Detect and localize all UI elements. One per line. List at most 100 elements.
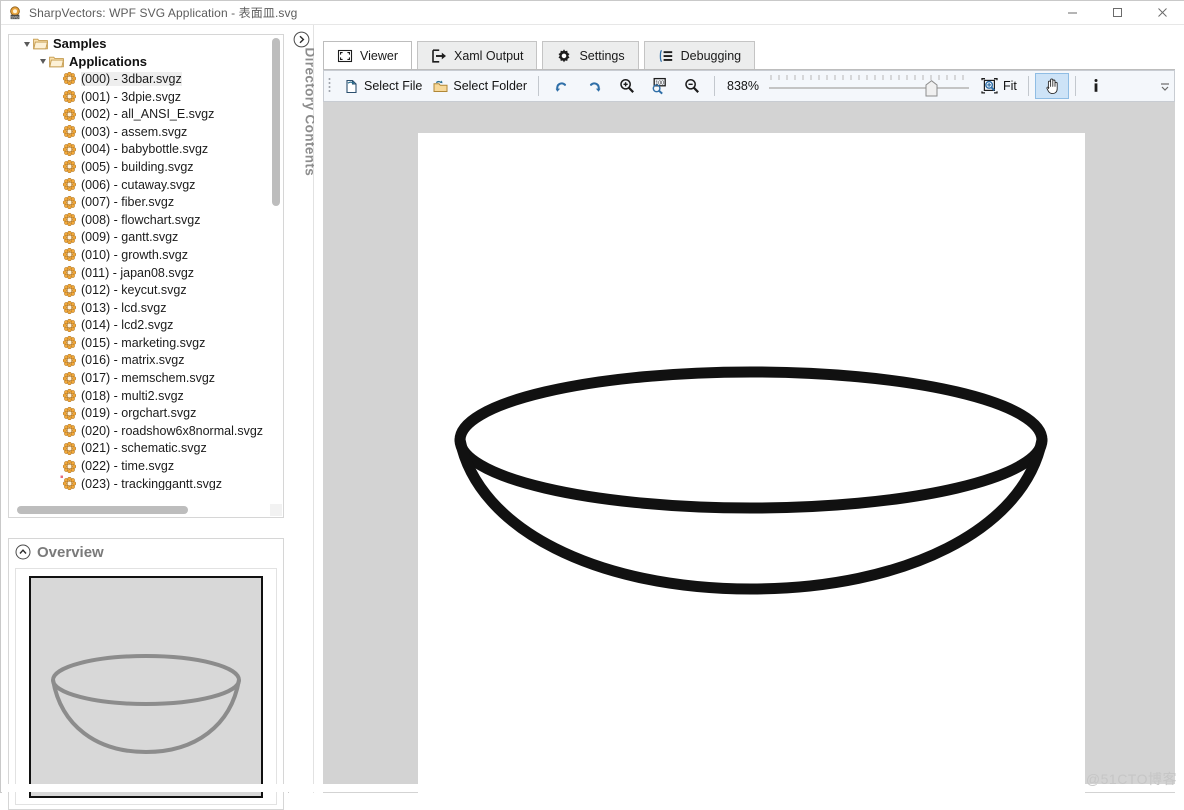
zoom-in-magnifier-icon — [618, 77, 636, 95]
file-open-icon — [343, 78, 360, 95]
tree-change-marker: ▪ — [60, 472, 64, 483]
tree-file-item[interactable]: (023) - trackinggantt.svgz — [9, 475, 271, 490]
viewer-pane: Viewer Xaml Output Settings Debugging Se… — [314, 25, 1184, 793]
tree-item-label: (021) - schematic.svgz — [81, 441, 207, 456]
tree-file-item[interactable]: (021) - schematic.svgz — [9, 440, 271, 458]
tree-file-item[interactable]: (007) - fiber.svgz — [9, 193, 271, 211]
tree-file-item[interactable]: (017) - memschem.svgz — [9, 369, 271, 387]
tab-label: Xaml Output — [453, 49, 524, 63]
tree-file-item[interactable]: (019) - orgchart.svgz — [9, 404, 271, 422]
tree-file-item[interactable]: (013) - lcd.svgz — [9, 299, 271, 317]
pan-tool-button[interactable] — [1034, 73, 1069, 99]
tab-debugging[interactable]: Debugging — [643, 41, 756, 70]
directory-contents-dock-tab[interactable]: Directory Contents — [289, 25, 318, 793]
tree-file-item[interactable]: (015) - marketing.svgz — [9, 334, 271, 352]
tree-file-item[interactable]: (002) - all_ANSI_E.svgz — [9, 105, 271, 123]
tree-item-label: (017) - memschem.svgz — [81, 371, 216, 386]
zoom-slider-rail — [769, 87, 970, 89]
tab-label: Debugging — [680, 49, 742, 63]
tree-item-label: Applications — [69, 53, 148, 69]
svg-file-icon — [62, 248, 77, 262]
folder-open-icon — [33, 37, 48, 50]
directory-tree[interactable]: Samples Applications (000) - 3dbar.svgz (00… — [8, 34, 284, 518]
toolbar-separator-2 — [714, 76, 716, 96]
svg-canvas[interactable] — [323, 102, 1175, 793]
tree-folder-1[interactable]: Applications — [9, 53, 271, 71]
tree-vertical-scrollbar[interactable] — [270, 36, 282, 517]
tree-file-item[interactable]: (003) - assem.svgz — [9, 123, 271, 141]
tree-expander-icon[interactable] — [37, 55, 49, 67]
tree-file-item[interactable]: (004) - babybottle.svgz — [9, 141, 271, 159]
svg-document-page[interactable] — [418, 133, 1085, 793]
tab-settings[interactable]: Settings — [542, 41, 639, 70]
redo-button[interactable] — [578, 73, 611, 99]
svg-file-icon — [62, 371, 77, 385]
select-file-button[interactable]: Select File — [338, 73, 427, 99]
tab-xaml-output[interactable]: Xaml Output — [416, 41, 538, 70]
tab-strip: Viewer Xaml Output Settings Debugging — [323, 40, 760, 70]
tree-item-label: (000) - 3dbar.svgz — [81, 71, 182, 86]
tree-item-label: (022) - time.svgz — [81, 459, 175, 474]
watch-glass-dish-thumbnail — [29, 575, 263, 798]
fit-button[interactable]: Fit — [975, 73, 1022, 99]
tree-file-item[interactable]: (010) - growth.svgz — [9, 246, 271, 264]
zoom-reset-button[interactable]: 100 — [643, 73, 676, 99]
tree-file-item[interactable]: (006) - cutaway.svgz — [9, 176, 271, 194]
tree-file-item[interactable]: (020) - roadshow6x8normal.svgz — [9, 422, 271, 440]
svg-file-icon — [62, 283, 77, 297]
svg-file-icon — [62, 336, 77, 350]
zoom-100-magnifier-icon: 100 — [650, 77, 669, 95]
toolbar-overflow-icon[interactable] — [1160, 80, 1170, 92]
tree-item-label: (005) - building.svgz — [81, 159, 194, 174]
tree-horizontal-scroll-thumb[interactable] — [17, 506, 188, 514]
select-folder-label: Select Folder — [453, 79, 528, 93]
gear-icon — [556, 48, 572, 64]
overview-header[interactable]: Overview — [9, 539, 283, 565]
tree-file-item[interactable]: (011) - japan08.svgz — [9, 264, 271, 282]
tree-horizontal-scrollbar[interactable] — [10, 504, 270, 516]
tree-expander-icon[interactable] — [21, 38, 33, 50]
svg-file-icon — [62, 406, 77, 420]
tree-item-label: (015) - marketing.svgz — [81, 335, 206, 350]
application-window: SVG SharpVectors: WPF SVG Application - … — [0, 0, 1184, 810]
zoom-slider[interactable] — [769, 75, 970, 97]
tree-folder-0[interactable]: Samples — [9, 35, 271, 53]
tree-file-item[interactable]: (016) - matrix.svgz — [9, 352, 271, 370]
tree-file-item[interactable]: (009) - gantt.svgz — [9, 229, 271, 247]
overview-body[interactable] — [15, 568, 277, 805]
overview-panel: Overview — [8, 538, 284, 810]
tree-vertical-scroll-thumb[interactable] — [272, 38, 280, 206]
zoom-slider-thumb[interactable] — [925, 80, 938, 97]
chevron-up-circle-icon[interactable] — [15, 544, 31, 560]
toolbar-separator-4 — [1074, 76, 1076, 96]
select-folder-button[interactable]: Select Folder — [427, 73, 532, 99]
tab-viewer[interactable]: Viewer — [323, 41, 412, 70]
svg-text:SVG: SVG — [11, 15, 19, 19]
chevron-right-circle-icon[interactable] — [293, 31, 310, 48]
tree-file-item[interactable]: (018) - multi2.svgz — [9, 387, 271, 405]
zoom-in-button[interactable] — [611, 73, 643, 99]
tree-file-item[interactable]: (000) - 3dbar.svgz — [9, 70, 271, 88]
svg-file-icon — [62, 195, 77, 209]
tree-file-item[interactable]: (012) - keycut.svgz — [9, 281, 271, 299]
tree-item-label: (016) - matrix.svgz — [81, 353, 185, 368]
undo-button[interactable] — [545, 73, 578, 99]
minimize-button[interactable] — [1050, 1, 1095, 24]
zoom-out-button[interactable] — [676, 73, 708, 99]
tree-item-label: (014) - lcd2.svgz — [81, 318, 174, 333]
tree-file-item[interactable]: (022) - time.svgz — [9, 457, 271, 475]
svg-file-icon — [62, 476, 77, 490]
tree-item-label: (010) - growth.svgz — [81, 247, 188, 262]
tree-file-item[interactable]: (014) - lcd2.svgz — [9, 317, 271, 335]
viewer-frame-icon — [337, 48, 353, 64]
tree-file-item[interactable]: (005) - building.svgz — [9, 158, 271, 176]
info-button[interactable] — [1082, 73, 1110, 99]
tree-file-item[interactable]: (008) - flowchart.svgz — [9, 211, 271, 229]
fit-label: Fit — [1003, 79, 1017, 93]
tree-file-item[interactable]: (001) - 3dpie.svgz — [9, 88, 271, 106]
maximize-button[interactable] — [1095, 1, 1140, 24]
debug-list-icon — [658, 48, 674, 64]
toolbar-grip-handle[interactable] — [327, 76, 336, 96]
tree-item-label: (004) - babybottle.svgz — [81, 142, 209, 157]
close-button[interactable] — [1140, 1, 1184, 24]
